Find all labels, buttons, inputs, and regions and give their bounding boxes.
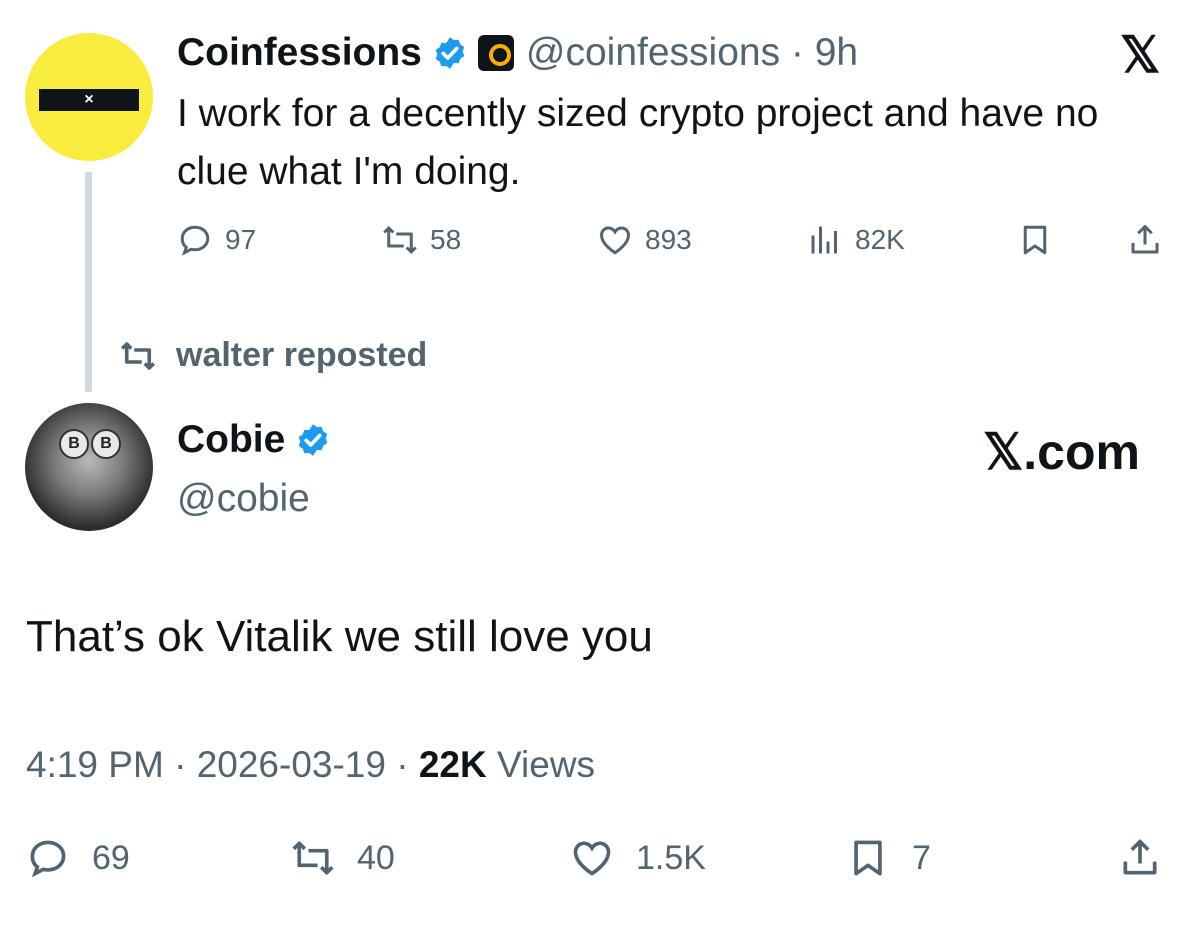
share-icon [1123, 839, 1157, 875]
repost-banner-text: walter reposted [176, 336, 428, 374]
main-author-row: Cobie [177, 417, 331, 463]
views-count: 82K [855, 224, 905, 255]
tweet-date[interactable]: 2026-03-19 [197, 744, 386, 785]
avatar-glass-left: B [59, 429, 89, 459]
repost-icon [383, 226, 417, 254]
avatar-glass-right: B [91, 429, 121, 459]
cobie-avatar[interactable]: B B [25, 403, 153, 531]
main-handle[interactable]: @cobie [177, 476, 310, 522]
share-button[interactable] [1118, 836, 1184, 880]
bookmark-button[interactable]: 7 [846, 836, 931, 880]
bookmark-icon [1023, 225, 1047, 255]
x-com-logo[interactable]: 𝕏.com [983, 424, 1140, 480]
repost-icon [292, 841, 334, 875]
quoted-author-row: Coinfessions @coinfessions · 9h [177, 30, 858, 76]
main-action-bar: 69 40 1.5K 7 [26, 836, 1171, 886]
avatar-bar-mark: × [84, 91, 94, 108]
repost-button[interactable]: 40 [291, 836, 395, 880]
quoted-handle-time[interactable]: @coinfessions · 9h [526, 30, 858, 76]
views-chart-icon [811, 226, 837, 254]
quoted-tweet-text: I work for a decently sized crypto proje… [177, 92, 1099, 193]
views-label: Views [497, 744, 596, 785]
repost-count: 40 [357, 838, 395, 877]
affiliate-badge-icon[interactable] [477, 35, 514, 71]
reply-count: 97 [225, 224, 257, 255]
heart-icon [599, 226, 631, 255]
reply-icon [30, 840, 66, 878]
share-button[interactable] [1127, 222, 1175, 258]
views-button[interactable]: 82K [807, 222, 905, 258]
verified-badge-icon [435, 37, 465, 69]
bookmark-count: 7 [912, 838, 931, 877]
views-total: 22K [418, 744, 487, 785]
tweet-time[interactable]: 4:19 PM [26, 744, 164, 785]
meta-separator: · [396, 744, 419, 785]
repost-button[interactable]: 58 [382, 222, 461, 258]
reply-button[interactable]: 97 [177, 222, 256, 258]
repost-icon [120, 341, 156, 370]
quoted-action-bar: 97 58 893 82K [177, 222, 1167, 266]
tweet-meta: 4:19 PM · 2026-03-19 · 22K Views [26, 740, 595, 790]
reply-button[interactable]: 69 [26, 836, 130, 880]
coinfessions-avatar[interactable]: × [25, 33, 153, 161]
verified-badge-icon [299, 424, 328, 456]
bookmark-icon [854, 840, 882, 876]
quoted-author-name[interactable]: Coinfessions [177, 30, 422, 76]
repost-count: 58 [430, 224, 462, 255]
like-count: 893 [645, 224, 692, 255]
like-button[interactable]: 893 [597, 222, 692, 258]
reply-count: 69 [92, 838, 130, 877]
share-icon [1131, 225, 1159, 254]
bookmark-button[interactable] [1017, 222, 1065, 258]
heart-icon [573, 841, 611, 876]
reply-icon [180, 225, 210, 256]
main-author-name[interactable]: Cobie [177, 417, 285, 463]
thread-line [85, 172, 92, 392]
like-count: 1.5K [636, 838, 706, 877]
meta-separator: · [174, 744, 197, 785]
avatar-bar: × [39, 89, 139, 111]
repost-banner[interactable]: walter reposted [116, 336, 427, 375]
main-tweet-text: That’s ok Vitalik we still love you [26, 612, 653, 661]
x-logo-icon[interactable]: 𝕏 [1120, 30, 1160, 80]
like-button[interactable]: 1.5K [570, 836, 706, 880]
